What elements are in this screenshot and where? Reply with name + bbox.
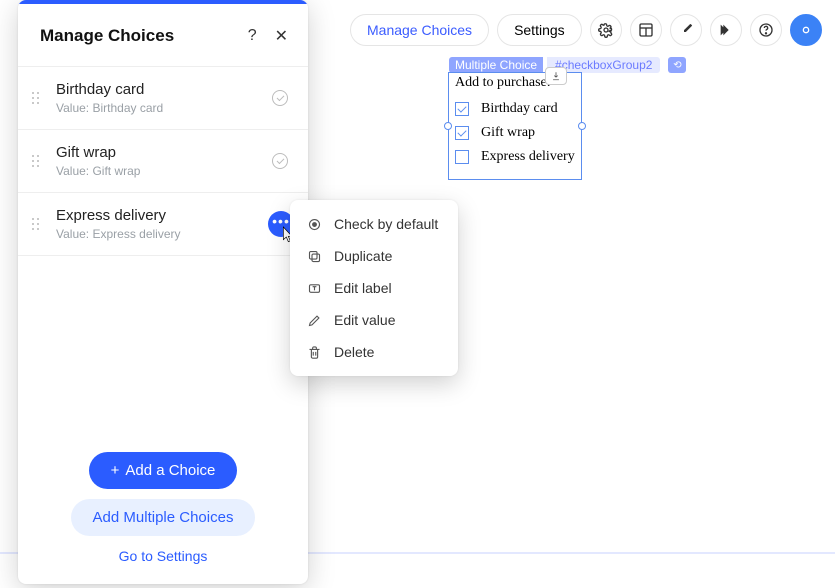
panel-footer: + Add a Choice Add Multiple Choices Go t… [18, 436, 308, 584]
choice-value: Value: Express delivery [56, 227, 268, 241]
drag-handle-icon[interactable] [32, 92, 46, 105]
layout-icon[interactable] [630, 14, 662, 46]
trash-icon [306, 345, 322, 360]
checkbox-option[interactable]: Express delivery [455, 149, 575, 165]
resize-handle-right[interactable] [578, 122, 586, 130]
choice-title: Gift wrap [56, 144, 272, 161]
panel-header: Manage Choices ? ✕ [18, 4, 308, 66]
go-to-settings-link[interactable]: Go to Settings [119, 548, 208, 564]
choice-item[interactable]: Express delivery Value: Express delivery… [18, 193, 308, 256]
menu-item-label: Duplicate [334, 248, 392, 264]
checkbox-label: Birthday card [481, 101, 558, 117]
menu-check-by-default[interactable]: Check by default [290, 208, 458, 240]
checkbox-option[interactable]: Birthday card [455, 101, 575, 117]
add-choice-label: Add a Choice [125, 462, 215, 479]
tab-manage-choices[interactable]: Manage Choices [350, 14, 489, 46]
help-icon[interactable] [750, 14, 782, 46]
checkbox-option[interactable]: Gift wrap [455, 125, 575, 141]
panel-title: Manage Choices [40, 26, 174, 46]
menu-duplicate[interactable]: Duplicate [290, 240, 458, 272]
menu-item-label: Edit value [334, 312, 395, 328]
choice-title: Express delivery [56, 207, 268, 224]
checked-by-default-icon[interactable] [272, 90, 288, 106]
gear-icon[interactable] [590, 14, 622, 46]
choice-item[interactable]: Gift wrap Value: Gift wrap [18, 130, 308, 193]
link-icon[interactable]: ⟲ [668, 57, 686, 73]
checkbox-icon[interactable] [455, 150, 469, 164]
help-icon[interactable]: ? [248, 27, 257, 45]
close-icon[interactable]: ✕ [275, 26, 288, 46]
duplicate-icon [306, 249, 322, 264]
menu-edit-value[interactable]: Edit value [290, 304, 458, 336]
menu-item-label: Delete [334, 344, 374, 360]
animation-icon[interactable] [710, 14, 742, 46]
checkbox-icon[interactable] [455, 102, 469, 116]
checkbox-group-element[interactable]: Add to purchase: * Birthday card Gift wr… [448, 72, 582, 180]
download-icon[interactable] [545, 67, 567, 85]
checkbox-icon[interactable] [455, 126, 469, 140]
choice-value: Value: Gift wrap [56, 164, 272, 178]
checkbox-label: Gift wrap [481, 125, 535, 141]
checked-by-default-icon[interactable] [272, 153, 288, 169]
choice-title: Birthday card [56, 81, 272, 98]
menu-item-label: Check by default [334, 216, 438, 232]
menu-item-label: Edit label [334, 280, 392, 296]
text-icon [306, 281, 322, 296]
add-choice-button[interactable]: + Add a Choice [89, 452, 238, 489]
plus-icon: + [111, 462, 120, 479]
menu-edit-label[interactable]: Edit label [290, 272, 458, 304]
menu-delete[interactable]: Delete [290, 336, 458, 368]
drag-handle-icon[interactable] [32, 155, 46, 168]
pencil-icon [306, 313, 322, 328]
editor-toolbar: Manage Choices Settings [350, 14, 822, 46]
element-label: Multiple Choice #checkboxGroup2 ⟲ [449, 57, 686, 73]
tab-settings[interactable]: Settings [497, 14, 582, 46]
context-menu: Check by default Duplicate Edit label Ed… [290, 200, 458, 376]
drag-handle-icon[interactable] [32, 218, 46, 231]
connect-icon[interactable] [790, 14, 822, 46]
element-type-badge: Multiple Choice [449, 57, 543, 73]
checkbox-label: Express delivery [481, 149, 575, 165]
resize-handle-left[interactable] [444, 122, 452, 130]
choice-list: Birthday card Value: Birthday card Gift … [18, 66, 308, 256]
add-multiple-choices-button[interactable]: Add Multiple Choices [71, 499, 256, 536]
choice-item[interactable]: Birthday card Value: Birthday card [18, 67, 308, 130]
brush-icon[interactable] [670, 14, 702, 46]
radio-icon [306, 217, 322, 232]
manage-choices-panel: Manage Choices ? ✕ Birthday card Value: … [18, 0, 308, 584]
choice-value: Value: Birthday card [56, 101, 272, 115]
